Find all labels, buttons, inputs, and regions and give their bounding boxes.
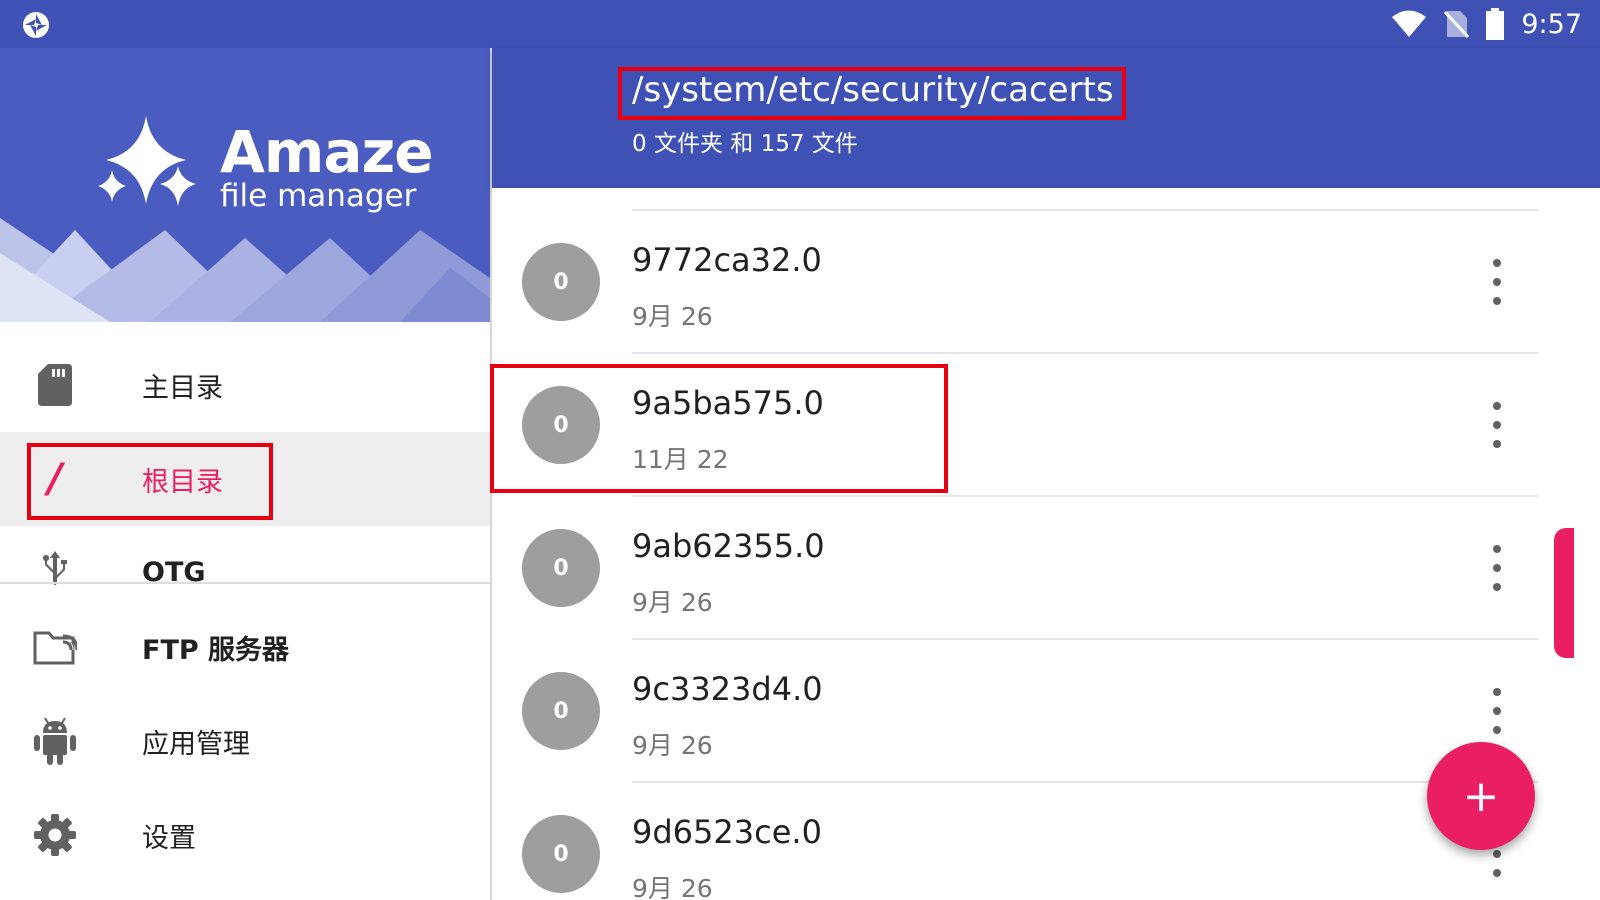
nav-item-label: FTP 服务器 [142,634,290,666]
sparkle-logo-icon [98,116,196,206]
wifi-icon [1392,10,1427,37]
app-bar: /system/etc/security/cacerts 0 文件夹 和 157… [492,48,1600,188]
file-avatar: 0 [522,529,600,607]
root-slash-icon: / [47,456,63,502]
folder-summary: 0 文件夹 和 157 文件 [632,131,858,157]
nav-item-settings[interactable]: 设置 [0,788,490,882]
file-row[interactable]: 0 9a5ba575.0 11月 22 [492,354,1552,497]
battery-icon [1486,8,1505,40]
nav-item-ftp[interactable]: FTP 服务器 [0,600,490,694]
brand-subtitle: file manager [220,178,417,214]
ftp-folder-icon [30,622,80,672]
file-avatar: 0 [522,243,600,321]
file-date: 9月 26 [632,588,713,617]
file-name: 9c3323d4.0 [632,670,823,708]
file-name: 9772ca32.0 [632,241,822,279]
drawer-divider [0,582,490,584]
nav-item-root[interactable]: / 根目录 [0,432,490,526]
file-row[interactable]: 0 9ab62355.0 9月 26 [492,497,1552,640]
nav-item-otg[interactable]: OTG [0,526,490,588]
file-avatar: 0 [522,672,600,750]
more-options-icon[interactable] [1482,259,1512,305]
current-path[interactable]: /system/etc/security/cacerts [632,70,1114,110]
file-row[interactable]: 0 9772ca32.0 9月 26 [492,211,1552,354]
file-name: 9a5ba575.0 [632,384,824,422]
navigation-drawer: Amaze file manager 主目录 / 根目录 OTG FTP 服务器… [0,48,492,900]
status-icons: 9:57 [1391,0,1582,48]
usb-icon [30,543,80,593]
nav-item-label: 设置 [142,822,196,854]
sd-card-icon [30,360,80,410]
file-avatar: 0 [522,815,600,893]
more-options-icon[interactable] [1482,545,1512,591]
add-fab-button[interactable]: + [1427,742,1535,850]
file-date: 9月 26 [632,731,713,760]
status-bar: 9:57 [0,0,1600,48]
no-sim-icon [1444,10,1470,39]
file-date: 9月 26 [632,874,713,900]
file-date: 9月 26 [632,302,713,331]
file-name: 9ab62355.0 [632,527,825,565]
nav-item-label: 根目录 [142,466,223,498]
file-name: 9d6523ce.0 [632,813,822,851]
file-avatar: 0 [522,386,600,464]
side-pull-tab[interactable] [1554,528,1574,658]
nav-item-app-manager[interactable]: 应用管理 [0,694,490,788]
nav-item-home[interactable]: 主目录 [0,338,490,432]
more-options-icon[interactable] [1482,402,1512,448]
app-logo-icon [23,12,49,38]
clock: 9:57 [1521,8,1582,40]
nav-item-label: 主目录 [142,372,223,404]
brand-title: Amaze [220,118,434,186]
file-row[interactable]: 0 9c3323d4.0 9月 26 [492,640,1552,783]
nav-item-label: 应用管理 [142,728,250,760]
more-options-icon[interactable] [1482,688,1512,734]
file-row[interactable]: 0 9d6523ce.0 9月 26 [492,783,1552,900]
file-date: 11月 22 [632,445,729,474]
android-icon [30,716,80,766]
gear-icon [30,810,80,860]
drawer-header: Amaze file manager [0,48,490,322]
